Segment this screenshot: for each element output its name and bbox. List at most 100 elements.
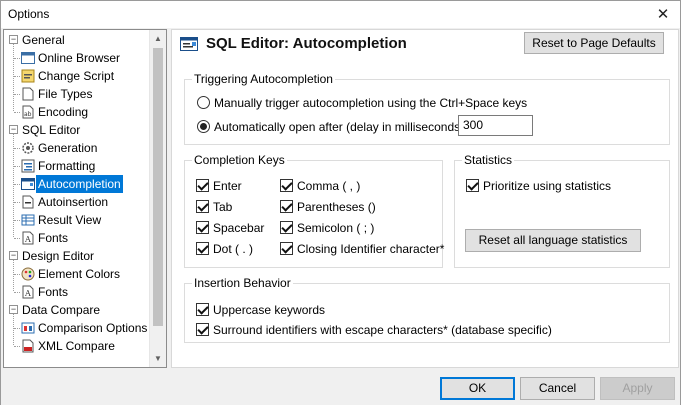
svg-text:ab: ab	[24, 111, 32, 118]
tree-item[interactable]: − SQL Editor	[4, 121, 151, 139]
tree-item[interactable]: Autoinsertion	[4, 193, 151, 211]
options-window: Options ✕ − General Online Browser Change S…	[0, 0, 681, 405]
triggering-group: Triggering Autocompletion Manually trigg…	[184, 72, 670, 145]
collapse-icon[interactable]: −	[9, 35, 18, 44]
tree-item-label: Comparison Options	[38, 321, 148, 335]
browser-icon	[21, 51, 35, 65]
autocompletion-icon	[180, 37, 198, 51]
tree-item-label: Formatting	[38, 159, 96, 173]
compare-icon	[21, 321, 35, 335]
tree-item[interactable]: XML Compare	[4, 337, 151, 355]
tree-item[interactable]: − General	[4, 31, 151, 49]
auto-open-label: Automatically open after (delay in milli…	[214, 120, 471, 134]
tree-item-label: Encoding	[38, 105, 89, 119]
title-bar: Options ✕	[1, 1, 680, 28]
completion-key-checkbox[interactable]	[280, 179, 293, 192]
ok-button[interactable]: OK	[440, 377, 515, 400]
auto-open-radio[interactable]	[197, 120, 210, 133]
completion-key-label: Semicolon ( ; )	[297, 221, 375, 235]
window-title: Options	[8, 7, 50, 21]
tree-item[interactable]: − Design Editor	[4, 247, 151, 265]
completion-key-label: Parentheses ()	[297, 200, 376, 214]
settings-panel: SQL Editor: Autocompletion Reset to Page…	[171, 29, 679, 368]
tree-item-label: File Types	[38, 87, 93, 101]
tree-item-label: Change Script	[38, 69, 115, 83]
reset-statistics-button[interactable]: Reset all language statistics	[465, 229, 641, 252]
tree-item[interactable]: Online Browser	[4, 49, 151, 67]
tree-connector-line	[14, 166, 20, 167]
formatting-icon	[21, 159, 35, 173]
statistics-group: Statistics Prioritize using statistics R…	[454, 153, 670, 268]
tree-connector-line	[14, 184, 20, 185]
completion-key-checkbox[interactable]	[196, 200, 209, 213]
tree-item-label: Fonts	[38, 231, 69, 245]
tree-connector-line	[14, 112, 20, 113]
apply-button[interactable]: Apply	[600, 377, 675, 400]
close-icon[interactable]: ✕	[646, 1, 680, 28]
completion-key-checkbox[interactable]	[196, 242, 209, 255]
tree-connector-line	[14, 94, 20, 95]
options-tree[interactable]: − General Online Browser Change Script File …	[3, 29, 167, 368]
tree-item[interactable]: Comparison Options	[4, 319, 151, 337]
scroll-up-icon[interactable]: ▲	[150, 30, 166, 47]
tree-item-label: Online Browser	[38, 51, 121, 65]
tree-item[interactable]: Autocompletion	[4, 174, 151, 194]
tree-item-label: Fonts	[38, 285, 69, 299]
font-icon: A	[21, 285, 35, 299]
surround-identifiers-checkbox[interactable]	[196, 323, 209, 336]
tree-connector-line	[14, 328, 20, 329]
tree-scrollbar[interactable]: ▲ ▼	[149, 30, 166, 367]
tree-item[interactable]: − Data Compare	[4, 301, 151, 319]
scroll-thumb[interactable]	[153, 48, 163, 326]
tree-connector-line	[14, 202, 20, 203]
completion-key-checkbox[interactable]	[280, 200, 293, 213]
collapse-icon[interactable]: −	[9, 125, 18, 134]
triggering-group-title: Triggering Autocompletion	[192, 72, 335, 86]
tree-item-label: General	[22, 33, 65, 47]
svg-text:A: A	[24, 289, 31, 298]
tree-connector-line	[14, 148, 20, 149]
collapse-icon[interactable]: −	[9, 251, 18, 260]
tree-item[interactable]: A Fonts	[4, 283, 151, 301]
completion-keys-group: Completion Keys Enter Tab Spacebar Dot ( . …	[184, 153, 445, 268]
font-icon: A	[21, 231, 35, 245]
completion-key-checkbox[interactable]	[196, 179, 209, 192]
insertion-behavior-title: Insertion Behavior	[192, 276, 293, 290]
completion-key-label: Spacebar	[213, 221, 265, 235]
statistics-title: Statistics	[462, 153, 515, 167]
prioritize-statistics-label: Prioritize using statistics	[483, 179, 612, 193]
cancel-button[interactable]: Cancel	[520, 377, 595, 400]
collapse-icon[interactable]: −	[9, 305, 18, 314]
tree-item[interactable]: ab Encoding	[4, 103, 151, 121]
uppercase-keywords-checkbox[interactable]	[196, 303, 209, 316]
tree-item-label: Result View	[38, 213, 102, 227]
tree-item[interactable]: A Fonts	[4, 229, 151, 247]
completion-key-checkbox[interactable]	[280, 221, 293, 234]
completion-key-label: Tab	[213, 200, 233, 214]
completion-key-checkbox[interactable]	[280, 242, 293, 255]
page-title: SQL Editor: Autocompletion	[206, 35, 407, 52]
reset-defaults-button[interactable]: Reset to Page Defaults	[524, 32, 664, 54]
tree-item[interactable]: Element Colors	[4, 265, 151, 283]
manual-trigger-radio[interactable]	[197, 96, 210, 109]
autoinsertion-icon	[21, 195, 35, 209]
prioritize-statistics-checkbox[interactable]	[466, 179, 479, 192]
completion-key-label: Comma ( , )	[297, 179, 361, 193]
tree-item[interactable]: Formatting	[4, 157, 151, 175]
tree-item[interactable]: Generation	[4, 139, 151, 157]
gear-icon	[21, 141, 35, 155]
tree-item[interactable]: Result View	[4, 211, 151, 229]
radio-selected-icon	[200, 123, 207, 130]
delay-input[interactable]: 300	[458, 115, 533, 136]
tree-item[interactable]: Change Script	[4, 67, 151, 85]
tree-connector-line	[14, 76, 20, 77]
completion-key-checkbox[interactable]	[196, 221, 209, 234]
tree-connector-line	[14, 346, 20, 347]
tree-connector-line	[14, 58, 20, 59]
tree-item-label: Generation	[38, 141, 98, 155]
tree-item[interactable]: File Types	[4, 85, 151, 103]
scroll-down-icon[interactable]: ▼	[150, 350, 166, 367]
dialog-button-bar: OK Cancel Apply	[1, 369, 680, 405]
tree-connector-line	[14, 274, 20, 275]
completion-key-label: Closing Identifier character*	[297, 242, 445, 256]
